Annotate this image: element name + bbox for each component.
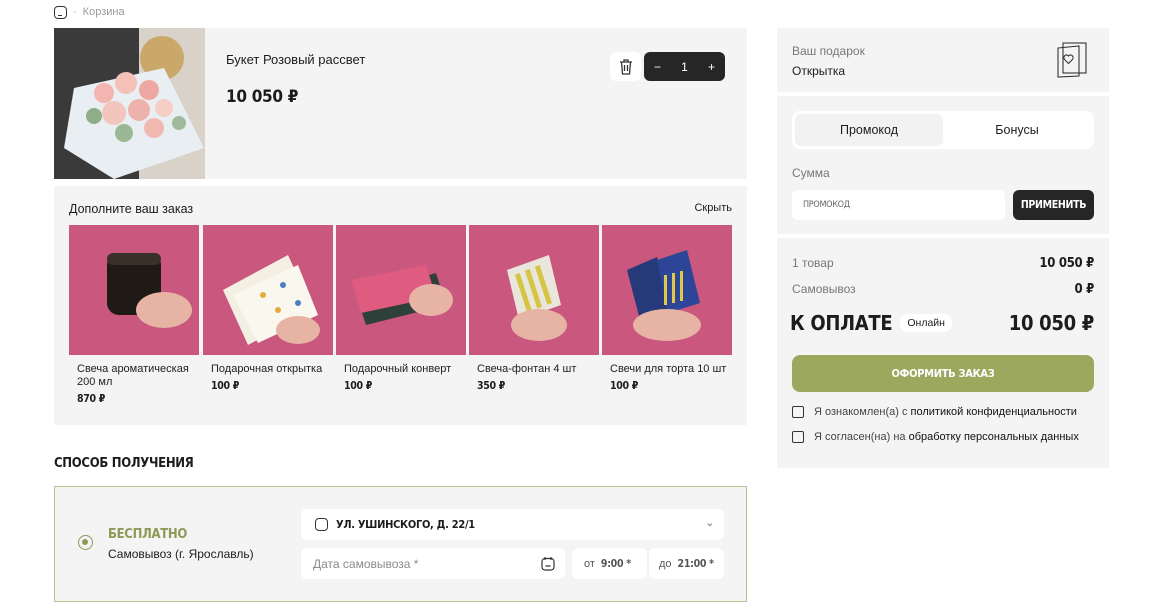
privacy-link[interactable]: политикой конфиденциальности	[911, 406, 1077, 418]
trash-icon	[619, 58, 632, 75]
product-name[interactable]: Букет Розовый рассвет	[226, 52, 365, 67]
total-row: К оплате Онлайн 10 050 ₽	[790, 311, 1094, 335]
upsell-product[interactable]: Подарочный конверт 100 ₽	[336, 225, 466, 392]
apply-button[interactable]: ПРИМЕНИТЬ	[1013, 190, 1094, 220]
time-to-value: 21:00 *	[677, 557, 715, 570]
tab-bonuses[interactable]: Бонусы	[943, 114, 1091, 146]
gift-card-icon	[1057, 42, 1087, 78]
bouquet-image[interactable]	[54, 28, 205, 179]
items-label: 1 товар	[792, 256, 834, 270]
payment-badge: Онлайн	[900, 314, 952, 332]
gift-label: Ваш подарок	[792, 44, 865, 58]
time-to-select[interactable]: до 21:00 *	[649, 548, 724, 579]
cart-item: Букет Розовый рассвет 10 050 ₽ − 1 +	[54, 28, 747, 179]
privacy-text: Я ознакомлен(а) с	[814, 406, 908, 418]
delivery-section-title: Способ получения	[54, 456, 194, 471]
hide-button[interactable]: Скрыть	[694, 202, 732, 214]
pickup-value: 0 ₽	[1074, 282, 1095, 297]
decrease-button[interactable]: −	[654, 60, 661, 74]
time-from-value: 9:00 *	[600, 557, 631, 570]
data-consent-checkbox[interactable]	[792, 431, 804, 443]
address-value: ул. Ушинского, д. 22/1	[336, 518, 475, 531]
sum-label: Сумма	[792, 166, 830, 180]
time-from-label: от	[584, 557, 595, 570]
time-to-label: до	[659, 557, 672, 570]
product-image[interactable]	[469, 225, 599, 355]
delivery-price: Бесплатно	[108, 527, 188, 542]
delivery-option-name: Самовывоз (г. Ярославль)	[108, 547, 254, 561]
product-price: 10 050 ₽	[226, 87, 299, 107]
upsell-product[interactable]: Подарочная открытка 100 ₽	[203, 225, 333, 392]
product-image[interactable]	[336, 225, 466, 355]
breadcrumb-current: Корзина	[82, 6, 125, 18]
tab-promocode[interactable]: Промокод	[795, 114, 943, 146]
breadcrumb-separator: ·	[73, 6, 77, 18]
pickup-date-input[interactable]: Дата самовывоза *	[301, 548, 565, 579]
delivery-option[interactable]: Бесплатно Самовывоз (г. Ярославль) ул. У…	[54, 486, 747, 602]
pickup-label: Самовывоз	[792, 282, 856, 296]
items-value: 10 050 ₽	[1039, 256, 1094, 271]
breadcrumb: · Корзина	[54, 4, 125, 20]
product-image[interactable]	[203, 225, 333, 355]
data-consent-text: Я согласен(на) на	[814, 431, 906, 443]
upsell-product[interactable]: Свечи для торта 10 шт 100 ₽	[602, 225, 732, 392]
promocode-input[interactable]: ПРОМОКОД	[792, 190, 1005, 220]
time-from-select[interactable]: от 9:00 *	[572, 548, 647, 579]
gift-panel: Ваш подарок Открытка	[777, 28, 1109, 92]
calendar-icon[interactable]	[541, 556, 555, 571]
quantity-value[interactable]: 1	[681, 60, 688, 74]
order-summary: 1 товар 10 050 ₽ Самовывоз 0 ₽ К оплате …	[777, 238, 1109, 468]
product-name: Свеча-фонтан 4 шт	[477, 363, 577, 375]
promo-panel: Промокод Бонусы Сумма ПРОМОКОД ПРИМЕНИТЬ	[777, 96, 1109, 234]
pay-label: К оплате	[790, 311, 893, 335]
increase-button[interactable]: +	[708, 60, 715, 74]
product-price: 100 ₽	[344, 380, 373, 392]
upsell-section: Дополните ваш заказ Скрыть Свеча аромати…	[54, 186, 747, 425]
product-price: 870 ₽	[77, 393, 106, 405]
product-image[interactable]	[602, 225, 732, 355]
store-icon	[315, 518, 328, 531]
product-price: 350 ₽	[477, 380, 506, 392]
date-placeholder: Дата самовывоза *	[313, 556, 419, 571]
upsell-product[interactable]: Свеча-фонтан 4 шт 350 ₽	[469, 225, 599, 392]
privacy-consent[interactable]: Я ознакомлен(а) с политикой конфиденциал…	[792, 406, 1077, 418]
product-price: 100 ₽	[610, 380, 639, 392]
delivery-radio[interactable]	[78, 535, 93, 550]
checkout-button[interactable]: ОФОРМИТЬ ЗАКАЗ	[792, 355, 1094, 392]
product-name: Подарочный конверт	[344, 363, 452, 375]
data-consent[interactable]: Я согласен(на) на обработку персональных…	[792, 431, 1079, 443]
promo-tabs: Промокод Бонусы	[792, 111, 1094, 149]
gift-value: Открытка	[792, 64, 846, 78]
pickup-row: Самовывоз 0 ₽	[792, 282, 1094, 297]
data-consent-link[interactable]: обработку персональных данных	[909, 431, 1079, 443]
items-row: 1 товар 10 050 ₽	[792, 256, 1094, 271]
product-name: Свечи для торта 10 шт	[610, 363, 727, 375]
total-value: 10 050 ₽	[1008, 311, 1095, 335]
privacy-checkbox[interactable]	[792, 406, 804, 418]
product-name: Свеча ароматическая 200 мл	[77, 363, 189, 388]
upsell-product[interactable]: Свеча ароматическая 200 мл 870 ₽	[69, 225, 199, 405]
quantity-stepper: − 1 +	[644, 52, 725, 81]
product-image[interactable]	[69, 225, 199, 355]
upsell-title: Дополните ваш заказ	[69, 202, 194, 216]
home-icon[interactable]	[54, 5, 67, 19]
product-price: 100 ₽	[211, 380, 240, 392]
delete-button[interactable]	[610, 52, 641, 81]
chevron-down-icon: ⌄	[705, 518, 714, 529]
address-select[interactable]: ул. Ушинского, д. 22/1 ⌄	[301, 509, 724, 540]
product-name: Подарочная открытка	[211, 363, 323, 375]
